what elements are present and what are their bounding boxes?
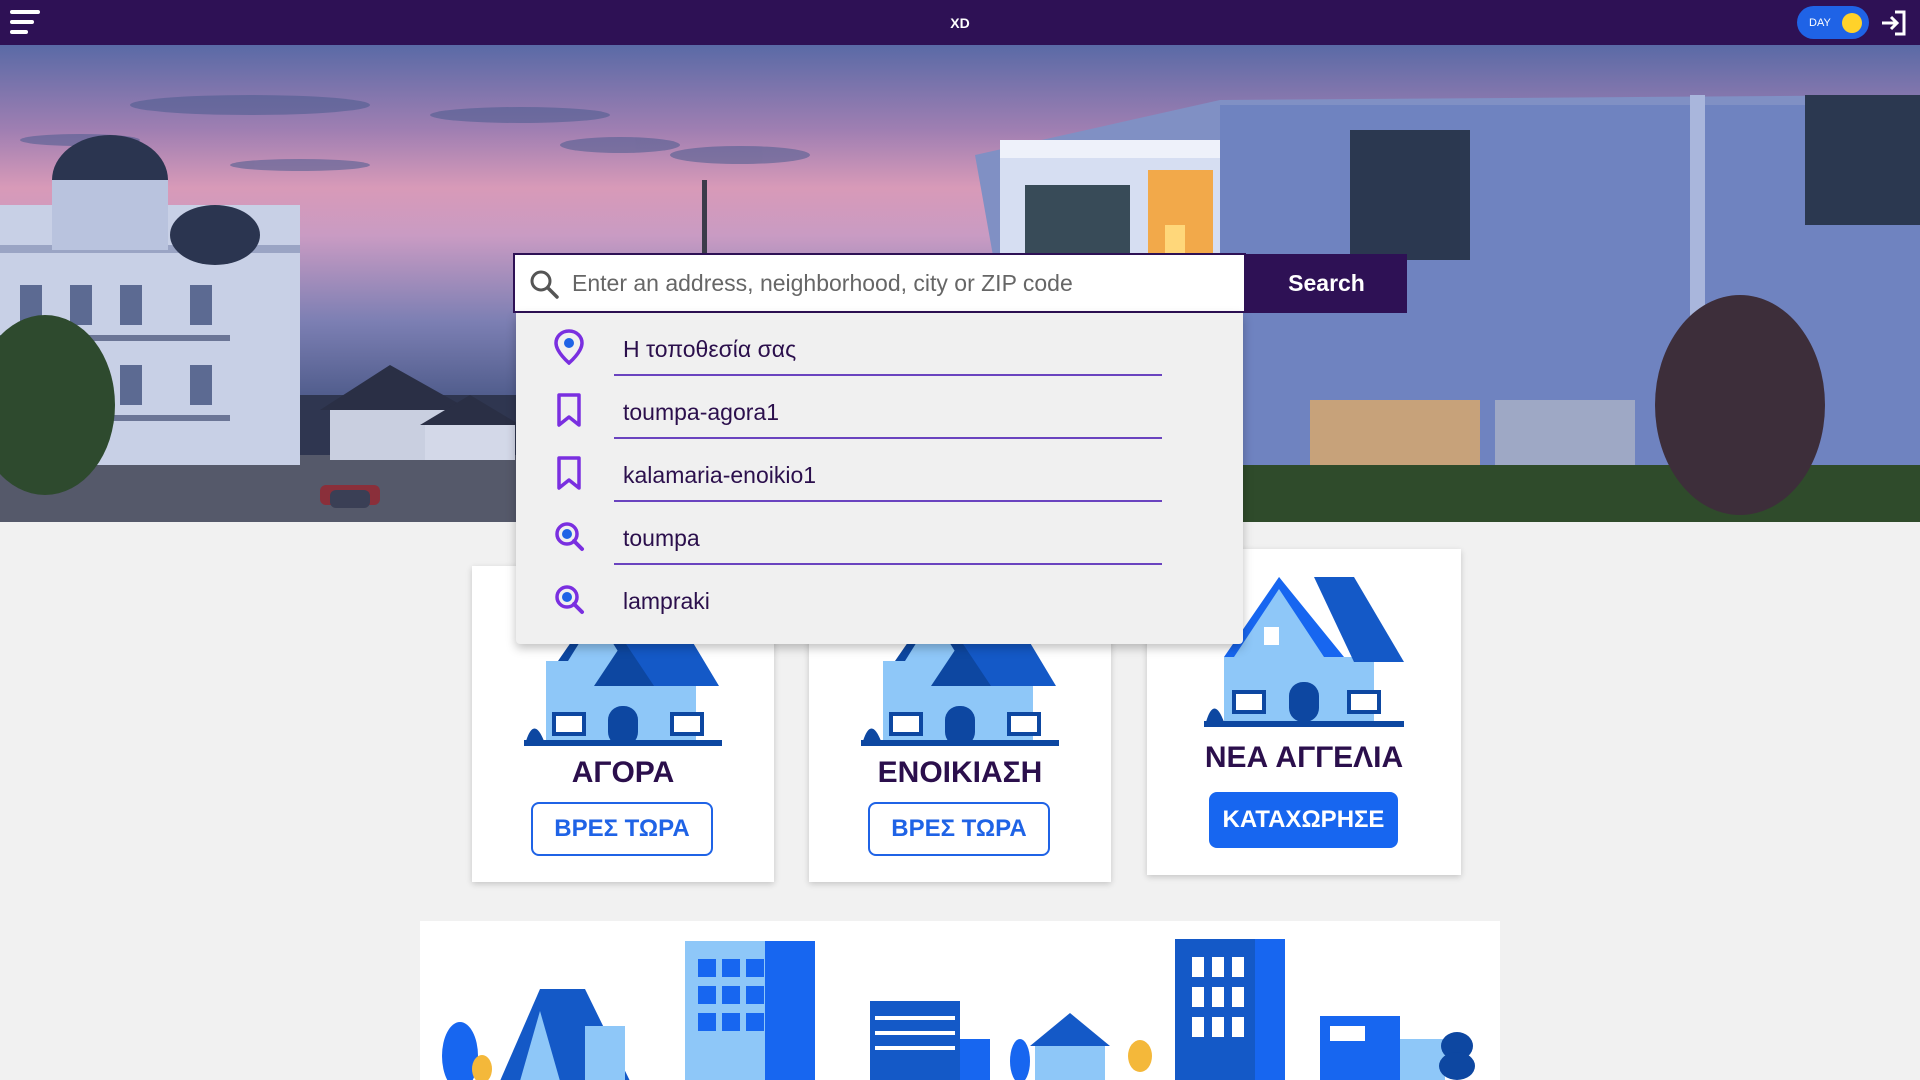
- suggestion-label: kalamaria-enoikio1: [623, 462, 817, 488]
- suggestion-recent-search[interactable]: toumpa: [516, 502, 1243, 565]
- rent-title: ΕΝΟΙΚΙΑΣΗ: [877, 756, 1043, 789]
- location-pin-icon: [554, 329, 584, 365]
- suggestion-recent-search[interactable]: lampraki: [516, 565, 1243, 628]
- suggestion-saved-search[interactable]: toumpa-agora1: [516, 376, 1243, 439]
- day-night-toggle[interactable]: DAY: [1797, 6, 1869, 39]
- search-suggestions-dropdown: Η τοποθεσία σας toumpa-agora1 kalamaria-…: [516, 313, 1243, 644]
- search-history-icon: [555, 585, 584, 614]
- hamburger-menu-icon[interactable]: [10, 9, 40, 36]
- buy-title: ΑΓΟΡΑ: [571, 756, 675, 789]
- toggle-label: DAY: [1809, 17, 1831, 29]
- suggestion-label: toumpa: [623, 525, 700, 551]
- suggestion-saved-search[interactable]: kalamaria-enoikio1: [516, 439, 1243, 502]
- new-listing-title: ΝΕΑ ΑΓΓΕΛΙΑ: [1204, 741, 1404, 774]
- top-bar: XD DAY: [0, 0, 1920, 45]
- search-icon: [530, 270, 559, 299]
- city-illustration: [420, 921, 1500, 1080]
- bookmark-icon: [557, 456, 581, 490]
- login-icon[interactable]: [1879, 8, 1909, 38]
- rent-find-now-button[interactable]: ΒΡΕΣ ΤΩΡΑ: [868, 802, 1050, 856]
- search-input[interactable]: [572, 255, 1236, 311]
- buy-find-now-button[interactable]: ΒΡΕΣ ΤΩΡΑ: [531, 802, 713, 856]
- search-history-icon: [555, 522, 584, 551]
- sun-icon: [1842, 13, 1862, 33]
- city-skyline-illustration: [442, 939, 1475, 1080]
- suggestion-current-location[interactable]: Η τοποθεσία σας: [516, 313, 1243, 376]
- suggestion-label: Η τοποθεσία σας: [623, 336, 797, 362]
- bookmark-icon: [557, 393, 581, 427]
- search-box: [513, 253, 1246, 313]
- suggestion-label: toumpa-agora1: [623, 399, 779, 425]
- search-button[interactable]: Search: [1246, 254, 1407, 313]
- brand-logo: XD: [950, 15, 970, 31]
- submit-listing-button[interactable]: ΚΑΤΑΧΩΡΗΣΕ: [1209, 792, 1398, 848]
- suggestion-label: lampraki: [623, 588, 710, 614]
